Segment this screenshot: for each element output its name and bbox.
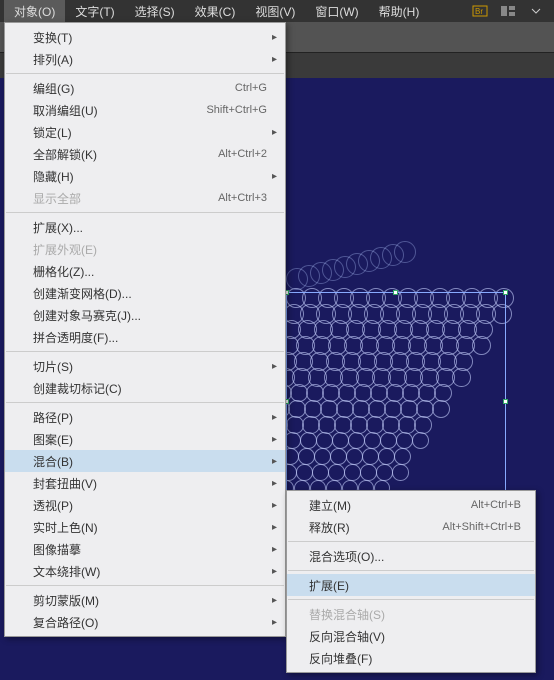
submenu-item[interactable]: 扩展(E) [287, 574, 535, 596]
handle-tm[interactable] [393, 290, 398, 295]
menu-effect[interactable]: 效果(C) [185, 0, 246, 23]
menu-item: 显示全部Alt+Ctrl+3 [5, 187, 285, 209]
arrange-icon[interactable] [497, 2, 519, 20]
menu-item: 扩展外观(E) [5, 238, 285, 260]
menubar: 对象(O) 文字(T) 选择(S) 效果(C) 视图(V) 窗口(W) 帮助(H… [0, 0, 554, 22]
menu-item[interactable]: 创建裁切标记(C) [5, 377, 285, 399]
menu-item[interactable]: 编组(G)Ctrl+G [5, 77, 285, 99]
menu-item[interactable]: 锁定(L) [5, 121, 285, 143]
menu-item[interactable]: 扩展(X)... [5, 216, 285, 238]
menu-item[interactable]: 变换(T) [5, 26, 285, 48]
menu-item[interactable]: 拼合透明度(F)... [5, 326, 285, 348]
submenu-item[interactable]: 反向堆叠(F) [287, 647, 535, 669]
menu-item[interactable]: 文本绕排(W) [5, 560, 285, 582]
menu-item[interactable]: 全部解锁(K)Alt+Ctrl+2 [5, 143, 285, 165]
menu-item[interactable]: 图像描摹 [5, 538, 285, 560]
submenu-item[interactable]: 释放(R)Alt+Shift+Ctrl+B [287, 516, 535, 538]
menu-view[interactable]: 视图(V) [245, 0, 305, 23]
menu-item[interactable]: 透视(P) [5, 494, 285, 516]
menu-item[interactable]: 图案(E) [5, 428, 285, 450]
menu-item[interactable]: 混合(B) [5, 450, 285, 472]
svg-text:Br: Br [475, 7, 483, 16]
menu-type[interactable]: 文字(T) [65, 0, 124, 23]
menu-item[interactable]: 取消编组(U)Shift+Ctrl+G [5, 99, 285, 121]
selection-box[interactable] [286, 292, 506, 512]
submenu-item[interactable]: 混合选项(O)... [287, 545, 535, 567]
menu-item[interactable]: 封套扭曲(V) [5, 472, 285, 494]
handle-tr[interactable] [503, 290, 508, 295]
menu-object[interactable]: 对象(O) [4, 0, 65, 23]
menu-item[interactable]: 复合路径(O) [5, 611, 285, 633]
submenu-item: 替换混合轴(S) [287, 603, 535, 625]
menu-item[interactable]: 创建渐变网格(D)... [5, 282, 285, 304]
menu-select[interactable]: 选择(S) [125, 0, 185, 23]
object-menu: 变换(T)排列(A) 编组(G)Ctrl+G取消编组(U)Shift+Ctrl+G… [4, 22, 286, 637]
dropdown-icon[interactable] [525, 2, 547, 20]
menu-item[interactable]: 切片(S) [5, 355, 285, 377]
submenu-item[interactable]: 反向混合轴(V) [287, 625, 535, 647]
menu-window[interactable]: 窗口(W) [305, 0, 368, 23]
menu-item[interactable]: 排列(A) [5, 48, 285, 70]
submenu-item[interactable]: 建立(M)Alt+Ctrl+B [287, 494, 535, 516]
menu-item[interactable]: 隐藏(H) [5, 165, 285, 187]
bridge-icon[interactable]: Br [469, 2, 491, 20]
blend-submenu: 建立(M)Alt+Ctrl+B释放(R)Alt+Shift+Ctrl+B 混合选项… [286, 490, 536, 673]
menu-item[interactable]: 栅格化(Z)... [5, 260, 285, 282]
menu-item[interactable]: 路径(P) [5, 406, 285, 428]
handle-rm[interactable] [503, 399, 508, 404]
menu-item[interactable]: 创建对象马赛克(J)... [5, 304, 285, 326]
menu-help[interactable]: 帮助(H) [369, 0, 430, 23]
menu-item[interactable]: 实时上色(N) [5, 516, 285, 538]
menu-item[interactable]: 剪切蒙版(M) [5, 589, 285, 611]
